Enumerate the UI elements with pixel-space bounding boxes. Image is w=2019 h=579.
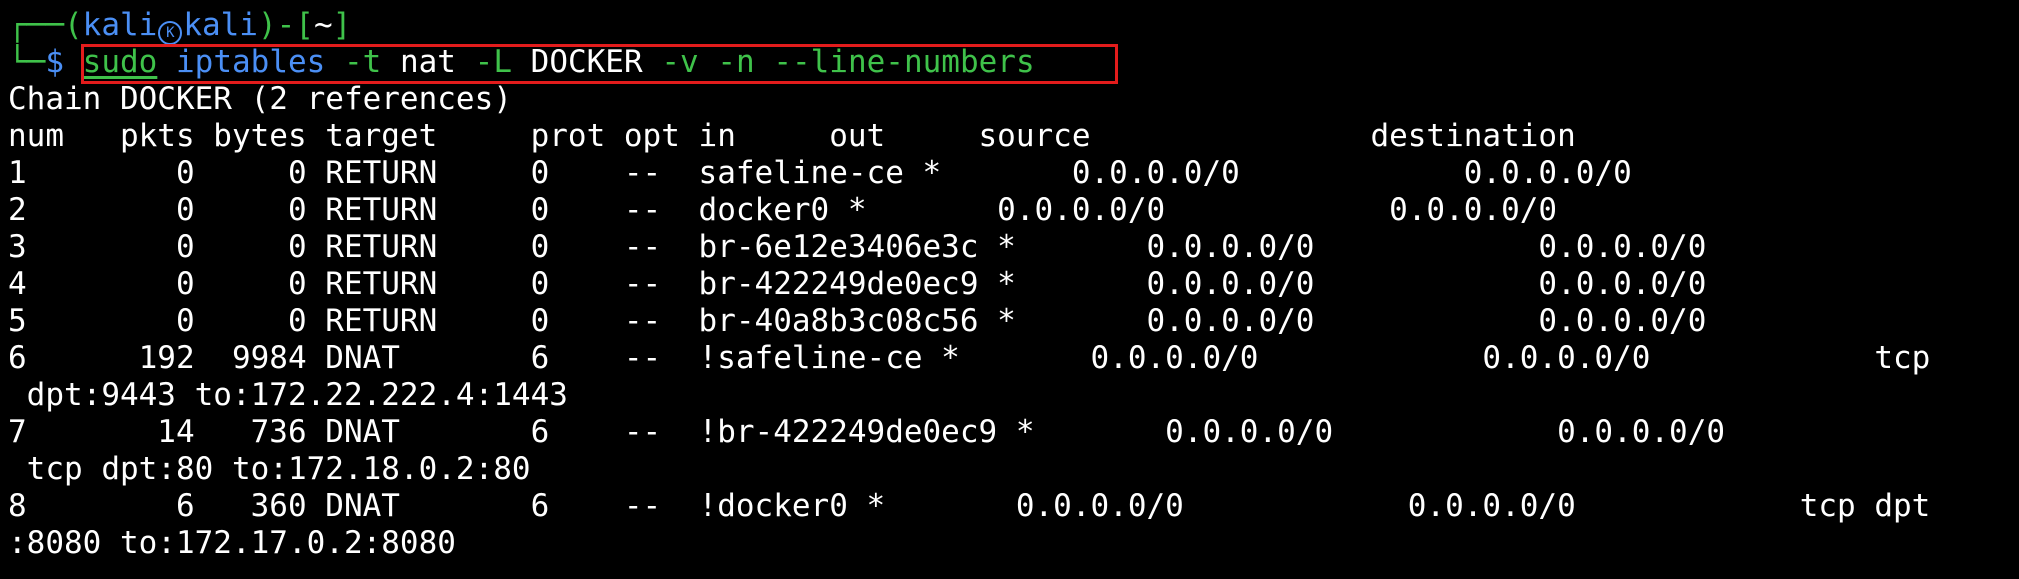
- output-line: 4 0 0 RETURN 0 -- br-422249de0ec9 * 0.0.…: [8, 266, 1707, 302]
- output-line: 1 0 0 RETURN 0 -- safeline-ce * 0.0.0.0/…: [8, 155, 1632, 191]
- command-table: nat: [399, 44, 456, 80]
- chain-header: Chain DOCKER (2 references): [8, 81, 512, 117]
- output-line: tcp dpt:80 to:172.18.0.2:80: [8, 451, 531, 487]
- prompt-corner-top: ┌──(: [8, 7, 83, 43]
- prompt-mid: )-[: [257, 7, 314, 43]
- command-chain: DOCKER: [530, 44, 643, 80]
- column-header: num pkts bytes target prot opt in out so…: [8, 118, 1576, 154]
- command-program: iptables: [176, 44, 326, 80]
- output-line: 2 0 0 RETURN 0 -- docker0 * 0.0.0.0/0 0.…: [8, 192, 1558, 228]
- command-flag-v: -v: [661, 44, 699, 80]
- output-line: 5 0 0 RETURN 0 -- br-40a8b3c08c56 * 0.0.…: [8, 303, 1707, 339]
- output-line: :8080 to:172.17.0.2:8080: [8, 525, 456, 561]
- prompt-corner-bottom: └─: [8, 44, 46, 80]
- prompt-user: kali: [82, 7, 158, 43]
- command-line[interactable]: └─$ sudo iptables -t nat -L DOCKER -v -n…: [8, 44, 2019, 81]
- command-sudo: sudo: [82, 44, 158, 80]
- prompt-line-top: ┌──(kali Kkali)-[~]: [8, 7, 2019, 44]
- prompt-cwd: ~: [313, 7, 333, 43]
- output-line: 8 6 360 DNAT 6 -- !docker0 * 0.0.0.0/0 0…: [8, 488, 1931, 524]
- terminal-window[interactable]: ┌──(kali Kkali)-[~] └─$ sudo iptables -t …: [0, 0, 2019, 579]
- command-flag-n: -n: [717, 44, 755, 80]
- command-flag-l: -L: [474, 44, 512, 80]
- prompt-end: ]: [332, 7, 352, 43]
- command-flag-t: -t: [343, 44, 382, 80]
- output-line: dpt:9443 to:172.22.222.4:1443: [8, 377, 568, 413]
- prompt-host: kali: [183, 7, 258, 43]
- output-line: 7 14 736 DNAT 6 -- !br-422249de0ec9 * 0.…: [8, 414, 1726, 450]
- prompt-symbol: $: [45, 44, 64, 80]
- output-line: 3 0 0 RETURN 0 -- br-6e12e3406e3c * 0.0.…: [8, 229, 1707, 265]
- output-line: 6 192 9984 DNAT 6 -- !safeline-ce * 0.0.…: [8, 340, 1931, 376]
- kali-logo-icon: K: [158, 21, 183, 44]
- command-flag-line-numbers: --line-numbers: [773, 44, 1035, 80]
